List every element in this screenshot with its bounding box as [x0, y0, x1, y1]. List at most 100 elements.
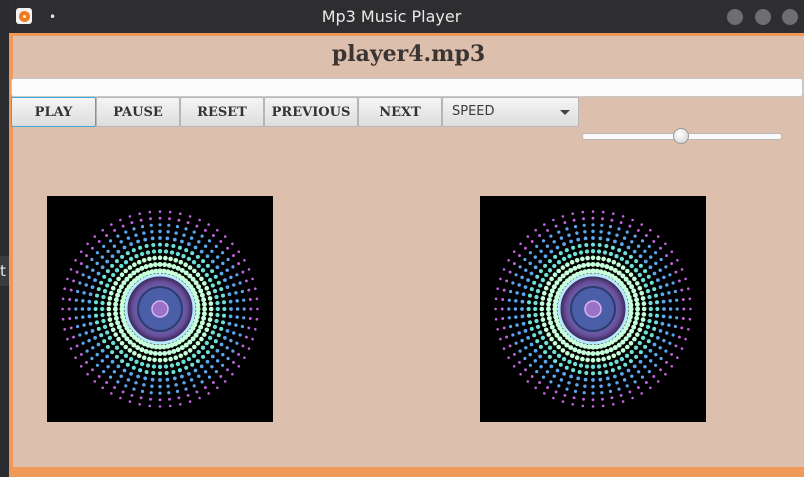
light-dot: [601, 404, 605, 408]
pause-button[interactable]: PAUSE: [96, 97, 180, 127]
light-dot: [205, 350, 210, 355]
light-dot: [573, 389, 578, 393]
light-dot: [229, 275, 233, 280]
light-dot: [139, 265, 145, 271]
light-dot: [177, 218, 181, 222]
light-dot: [234, 323, 238, 327]
light-dot: [559, 378, 564, 382]
light-dot: [195, 340, 201, 346]
light-dot: [615, 233, 619, 237]
light-dot: [102, 288, 108, 294]
light-dot: [123, 260, 129, 265]
light-dot: [652, 287, 657, 292]
light-dot: [541, 239, 546, 243]
light-dot: [206, 290, 212, 296]
light-dot: [546, 228, 550, 232]
light-dot: [116, 288, 122, 294]
light-dot: [595, 350, 601, 356]
light-dot: [113, 311, 119, 317]
light-dot: [150, 377, 155, 382]
light-dot: [675, 316, 679, 320]
light-dot: [535, 274, 540, 279]
play-button[interactable]: PLAY: [11, 97, 96, 127]
light-dot: [520, 338, 524, 343]
light-dot: [671, 333, 675, 337]
light-dot: [500, 307, 504, 311]
light-dot: [529, 342, 534, 347]
light-dot: [638, 350, 643, 355]
light-dot: [558, 362, 563, 367]
light-dot: [110, 254, 115, 259]
light-dot: [177, 368, 182, 373]
light-dot: [561, 256, 567, 262]
light-dot: [553, 254, 558, 259]
light-dot: [652, 375, 656, 378]
maximize-icon[interactable]: [755, 9, 771, 25]
light-dot: [114, 259, 119, 264]
light-dot: [552, 218, 555, 222]
reset-button[interactable]: RESET: [180, 97, 264, 127]
light-dot: [670, 365, 674, 368]
light-dot: [168, 210, 172, 214]
light-dot: [116, 364, 121, 369]
light-dot: [645, 324, 651, 330]
next-button[interactable]: NEXT: [358, 97, 442, 127]
previous-button[interactable]: PREVIOUS: [264, 97, 358, 127]
light-dot: [634, 259, 639, 264]
light-dot: [200, 380, 204, 384]
light-dot: [86, 242, 89, 246]
light-dot: [637, 272, 642, 278]
light-dot: [118, 328, 124, 334]
light-dot: [199, 336, 204, 342]
light-dot: [231, 265, 235, 269]
light-dot: [181, 359, 186, 364]
minimize-icon[interactable]: [727, 9, 743, 25]
light-dot: [141, 257, 147, 263]
light-dot: [576, 348, 582, 354]
light-dot: [526, 306, 531, 312]
light-dot: [144, 243, 149, 249]
light-dot: [501, 317, 505, 320]
light-dot: [87, 299, 92, 304]
light-dot: [582, 397, 585, 401]
light-dot: [184, 248, 189, 253]
light-dot: [565, 350, 570, 356]
light-dot: [74, 259, 77, 262]
light-dot: [255, 297, 259, 301]
playback-progress-bar[interactable]: [11, 78, 803, 97]
light-dot: [590, 371, 596, 376]
light-dot: [240, 289, 244, 294]
close-icon[interactable]: [782, 9, 798, 25]
light-dot: [105, 381, 109, 384]
speed-dropdown[interactable]: SPEED: [442, 97, 579, 127]
title-bar[interactable]: • Mp3 Music Player: [9, 0, 804, 34]
light-dot: [538, 283, 543, 288]
light-dot: [530, 240, 534, 243]
light-dot: [574, 257, 580, 263]
light-dot: [126, 236, 131, 240]
light-dot: [102, 244, 106, 248]
light-dot: [687, 328, 690, 331]
light-dot: [157, 255, 163, 261]
light-dot: [183, 262, 188, 268]
light-dot: [538, 269, 543, 274]
light-dot: [523, 356, 527, 361]
light-dot: [558, 251, 563, 256]
light-dot: [620, 348, 626, 353]
light-dot: [538, 330, 543, 335]
light-dot: [546, 281, 552, 286]
light-dot: [636, 386, 640, 390]
light-dot: [641, 301, 647, 306]
light-dot: [241, 270, 245, 274]
light-dot: [181, 254, 186, 259]
light-dot: [583, 230, 587, 234]
light-dot: [517, 331, 521, 335]
light-dot: [210, 283, 215, 288]
light-dot: [541, 322, 547, 328]
light-dot: [543, 359, 548, 364]
light-dot: [600, 223, 604, 227]
light-dot: [219, 375, 223, 378]
volume-slider-thumb[interactable]: [673, 128, 689, 144]
light-dot: [110, 350, 115, 355]
volume-slider[interactable]: [582, 128, 782, 144]
